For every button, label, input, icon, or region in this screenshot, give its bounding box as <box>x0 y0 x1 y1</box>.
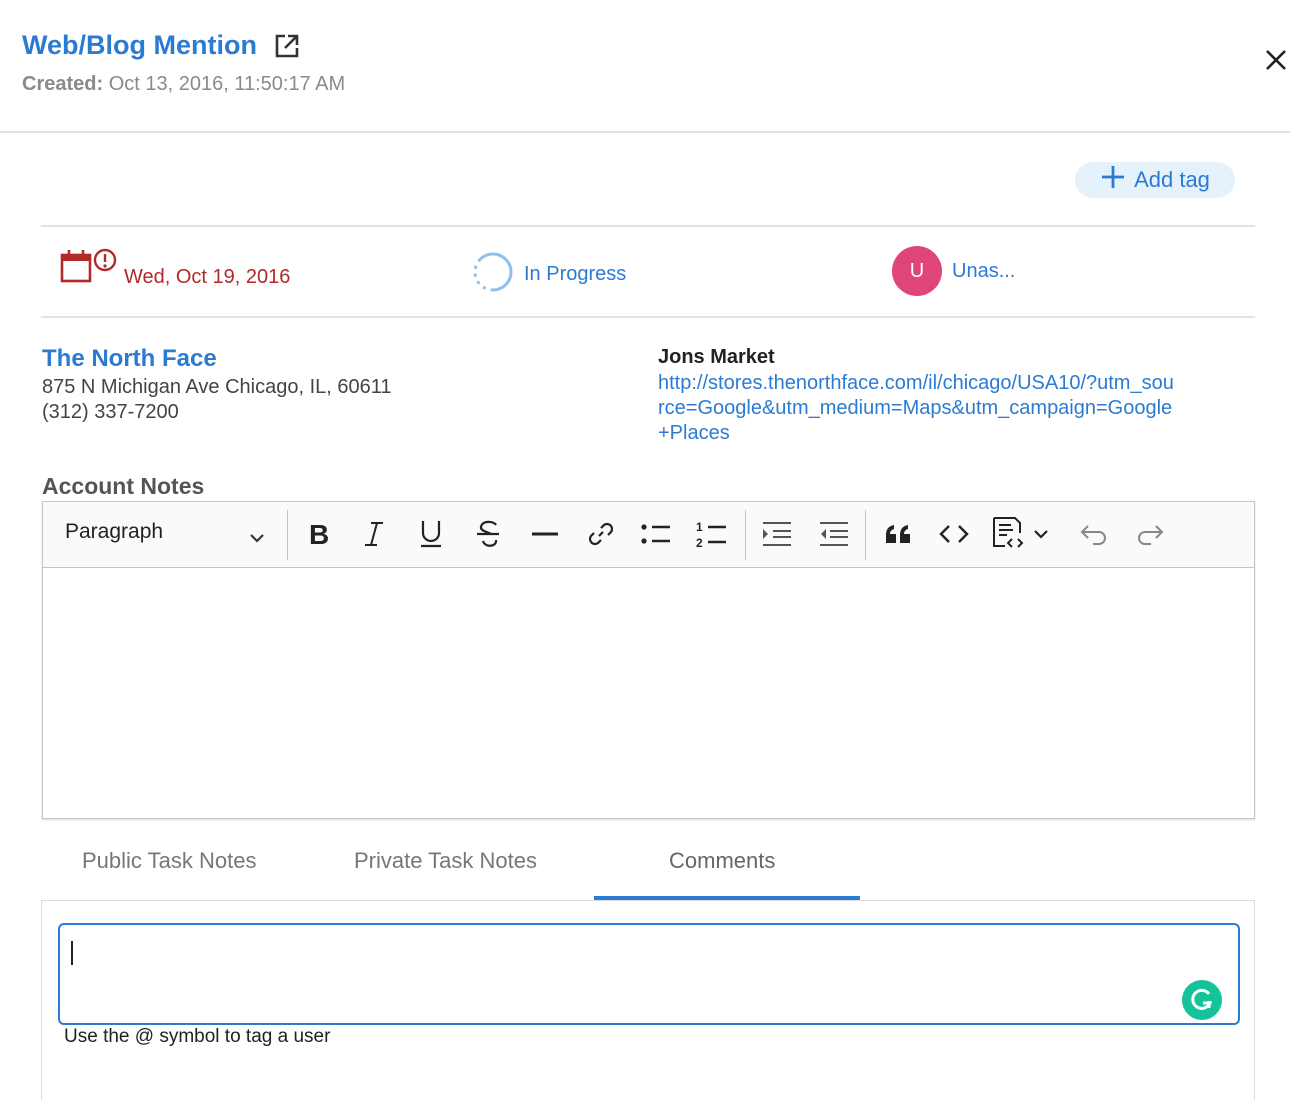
assignee[interactable]: U Unas... <box>892 246 1015 296</box>
comment-input[interactable] <box>58 923 1240 1025</box>
block-format-select[interactable]: Paragraph <box>65 520 265 550</box>
outdent-icon <box>820 522 848 546</box>
strikethrough-icon <box>477 520 499 547</box>
due-date[interactable]: Wed, Oct 19, 2016 <box>60 247 290 292</box>
add-tag-button[interactable]: Add tag <box>1075 162 1235 198</box>
due-date-text: Wed, Oct 19, 2016 <box>124 266 291 288</box>
code-block-icon <box>993 517 1024 548</box>
code-block-button[interactable] <box>991 516 1027 552</box>
rich-text-editor: Paragraph B 1 2 <box>42 501 1255 819</box>
underline-icon <box>421 521 441 548</box>
comments-panel: Use the @ symbol to tag a user <box>41 900 1255 1100</box>
outdent-button[interactable] <box>816 516 852 552</box>
chevron-down-icon <box>249 526 265 550</box>
panel-header: Web/Blog Mention Created: Oct 13, 2016, … <box>0 0 1290 133</box>
underline-button[interactable] <box>413 516 449 552</box>
text-caret <box>71 941 73 965</box>
numbered-list-button[interactable]: 1 2 <box>694 516 730 552</box>
tab-public-task-notes[interactable]: Public Task Notes <box>82 848 256 874</box>
svg-text:B: B <box>309 520 329 548</box>
horizontal-rule-icon <box>532 532 558 536</box>
redo-button[interactable] <box>1132 516 1168 552</box>
blockquote-button[interactable] <box>881 516 917 552</box>
progress-text: In Progress <box>524 263 627 285</box>
notes-tabs: Public Task Notes Private Task Notes Com… <box>41 830 1255 900</box>
bullet-list-icon <box>641 524 670 544</box>
italic-icon <box>365 522 383 546</box>
account-notes-label: Account Notes <box>42 473 205 499</box>
page-title: Web/Blog Mention <box>22 30 257 60</box>
code-icon <box>939 525 969 543</box>
bold-button[interactable]: B <box>301 516 337 552</box>
bold-icon: B <box>309 520 329 548</box>
editor-toolbar: Paragraph B 1 2 <box>43 502 1254 568</box>
horizontal-rule-button[interactable] <box>527 516 563 552</box>
link-button[interactable] <box>583 516 619 552</box>
toolbar-separator <box>865 510 866 560</box>
redo-icon <box>1138 525 1164 545</box>
account-name-link[interactable]: The North Face <box>42 345 217 373</box>
title-row: Web/Blog Mention <box>22 30 301 61</box>
avatar: U <box>892 246 942 296</box>
block-format-value: Paragraph <box>65 520 164 543</box>
calendar-overdue-icon <box>60 247 120 292</box>
grammarly-icon[interactable] <box>1182 980 1222 1020</box>
bullet-list-button[interactable] <box>638 516 674 552</box>
close-button[interactable] <box>1262 46 1290 74</box>
numbered-list-icon: 1 2 <box>696 520 726 549</box>
toolbar-separator <box>745 510 746 560</box>
store-name: Jons Market <box>658 346 775 368</box>
status-row: Wed, Oct 19, 2016 In Progress U Unas... <box>0 227 1290 316</box>
indent-button[interactable] <box>759 516 795 552</box>
svg-text:2: 2 <box>696 536 703 549</box>
tab-comments[interactable]: Comments <box>669 848 775 874</box>
strikethrough-button[interactable] <box>470 516 506 552</box>
created-value: Oct 13, 2016, 11:50:17 AM <box>108 73 346 95</box>
created-timestamp: Created: Oct 13, 2016, 11:50:17 AM <box>22 73 345 96</box>
account-address: 875 N Michigan Ave Chicago, IL, 60611 <box>42 376 392 398</box>
indent-icon <box>763 522 791 546</box>
chevron-down-icon <box>1034 530 1048 539</box>
comment-hint: Use the @ symbol to tag a user <box>64 1026 331 1047</box>
store-url-link[interactable]: http://stores.thenorthface.com/il/chicag… <box>658 371 1178 446</box>
italic-button[interactable] <box>356 516 392 552</box>
divider <box>41 316 1255 318</box>
progress-status[interactable]: In Progress <box>472 251 626 298</box>
account-phone: (312) 337-7200 <box>42 401 179 423</box>
code-block-dropdown[interactable] <box>1031 516 1051 552</box>
undo-icon <box>1080 525 1106 545</box>
quote-icon <box>886 525 910 543</box>
progress-spinner-icon <box>472 251 514 298</box>
created-label: Created: <box>22 73 104 95</box>
tab-private-task-notes[interactable]: Private Task Notes <box>354 848 537 874</box>
undo-button[interactable] <box>1076 516 1112 552</box>
external-link-icon[interactable] <box>273 32 301 60</box>
assignee-name: Unas... <box>952 259 1016 282</box>
close-icon[interactable] <box>1262 46 1290 74</box>
toolbar-separator <box>287 510 288 560</box>
svg-text:1: 1 <box>696 520 703 534</box>
account-notes-editor-body[interactable] <box>43 568 1254 818</box>
add-tag-label: Add tag <box>1134 167 1210 192</box>
plus-icon <box>1100 164 1126 196</box>
link-icon <box>588 522 614 546</box>
code-button[interactable] <box>936 516 972 552</box>
